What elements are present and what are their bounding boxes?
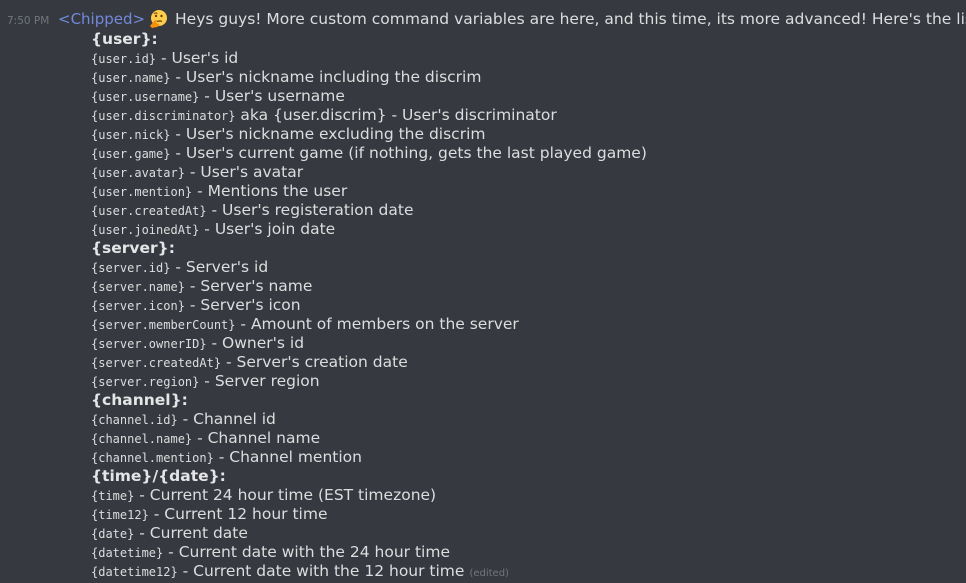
variable-description: - Current date with the 12 hour time [177,562,465,580]
variable-line: {server.createdAt} - Server's creation d… [91,353,951,372]
variable-code: {server.ownerID} [91,337,207,351]
message-timestamp[interactable]: 7:50 PM [7,15,49,27]
variable-code: {user.avatar} [91,166,185,180]
variable-description: - User's username [199,87,345,105]
variable-code: {server.name} [91,280,185,294]
author-name[interactable]: <Chipped> [58,10,145,28]
variable-code: {datetime} [91,546,164,560]
variable-description: - Amount of members on the server [235,315,519,333]
variable-code: {server.region} [91,375,200,389]
variable-line: {time12} - Current 12 hour time [91,505,951,524]
variable-line: {user.discriminator} aka {user.discrim} … [91,106,951,125]
variable-code: {user.name} [91,71,171,85]
variable-description: - Channel name [192,429,321,447]
section-heading: {user}: [91,30,951,49]
variable-code: {channel.mention} [91,451,214,465]
variable-line: {server.name} - Server's name [91,277,951,296]
thinking-face-icon [148,9,168,29]
chat-message: 7:50 PM <Chipped> Heys guys! More custom… [0,0,966,583]
variable-description: - User's nickname including the discrim [170,68,482,86]
section-heading-text: {channel}: [91,391,188,409]
variable-description: - Current 12 hour time [148,505,328,523]
variable-code: {user.mention} [91,185,193,199]
variable-description: - Server's id [170,258,269,276]
variable-line: {channel.mention} - Channel mention [91,448,951,467]
variable-line: {user.mention} - Mentions the user [91,182,951,201]
variable-description: - User's current game (if nothing, gets … [170,144,647,162]
section-heading: {channel}: [91,391,951,410]
variable-code: {user.nick} [91,128,171,142]
variable-line: {channel.name} - Channel name [91,429,951,448]
variable-line: {user.username} - User's username [91,87,951,106]
variable-code: {date} [91,527,135,541]
edited-label: (edited) [469,568,509,579]
variable-line: {date} - Current date [91,524,951,543]
variable-description: - User's registeration date [206,201,414,219]
variable-description: - Channel id [177,410,276,428]
variable-code: {server.memberCount} [91,318,236,332]
variable-line: {server.ownerID} - Owner's id [91,334,951,353]
variable-line: {server.id} - Server's id [91,258,951,277]
message-intro: Heys guys! More custom command variables… [175,10,966,28]
variable-code: {time} [91,489,135,503]
variable-line: {datetime12} - Current date with the 12 … [91,562,951,581]
variable-description: - Server's name [184,277,313,295]
section-heading: {server}: [91,239,951,258]
variable-line: {user.avatar} - User's avatar [91,163,951,182]
variable-code: {user.joinedAt} [91,223,200,237]
variable-line: {server.icon} - Server's icon [91,296,951,315]
section-heading-text: {user}: [91,30,158,48]
variable-line: {user.joinedAt} - User's join date [91,220,951,239]
variable-description: - Server region [199,372,320,390]
variable-description: - Channel mention [213,448,362,466]
message-body: {user}: {user.id} - User's id {user.name} … [91,30,951,581]
variable-description: - Owner's id [206,334,305,352]
variable-description: - Mentions the user [192,182,348,200]
variable-code: {channel.name} [91,432,193,446]
variable-description: - User's nickname excluding the discrim [170,125,486,143]
variable-code: {user.id} [91,52,157,66]
variable-line: {user.nick} - User's nickname excluding … [91,125,951,144]
variable-line: {user.id} - User's id [91,49,951,68]
variable-line: {user.createdAt} - User's registeration … [91,201,951,220]
variable-description: - Current 24 hour time (EST timezone) [134,486,437,504]
variable-line: {server.memberCount} - Amount of members… [91,315,951,334]
variable-code: {user.game} [91,147,171,161]
variable-description: - User's id [156,49,239,67]
variable-line: {channel.id} - Channel id [91,410,951,429]
variable-code: {server.icon} [91,299,185,313]
section-heading: {time}/{date}: [91,467,951,486]
variable-code: {server.id} [91,261,171,275]
variable-code: {user.createdAt} [91,204,207,218]
variable-description: - Server's creation date [221,353,408,371]
variable-code: {datetime12} [91,565,178,579]
variable-code: {user.username} [91,90,200,104]
variable-description: - Current date [134,524,248,542]
section-heading-text: {time}/{date}: [91,467,226,485]
variable-description: aka {user.discrim} - User's discriminato… [235,106,557,124]
variable-line: {server.region} - Server region [91,372,951,391]
variable-code: {time12} [91,508,149,522]
variable-line: {user.game} - User's current game (if no… [91,144,951,163]
variable-code: {server.createdAt} [91,356,222,370]
variable-line: {user.name} - User's nickname including … [91,68,951,87]
variable-description: - Current date with the 24 hour time [163,543,450,561]
section-heading-text: {server}: [91,239,175,257]
variable-line: {datetime} - Current date with the 24 ho… [91,543,951,562]
variable-code: {channel.id} [91,413,178,427]
variable-code: {user.discriminator} [91,109,236,123]
variable-line: {time} - Current 24 hour time (EST timez… [91,486,951,505]
variable-description: - Server's icon [184,296,301,314]
variable-description: - User's avatar [184,163,304,181]
variable-description: - User's join date [199,220,336,238]
